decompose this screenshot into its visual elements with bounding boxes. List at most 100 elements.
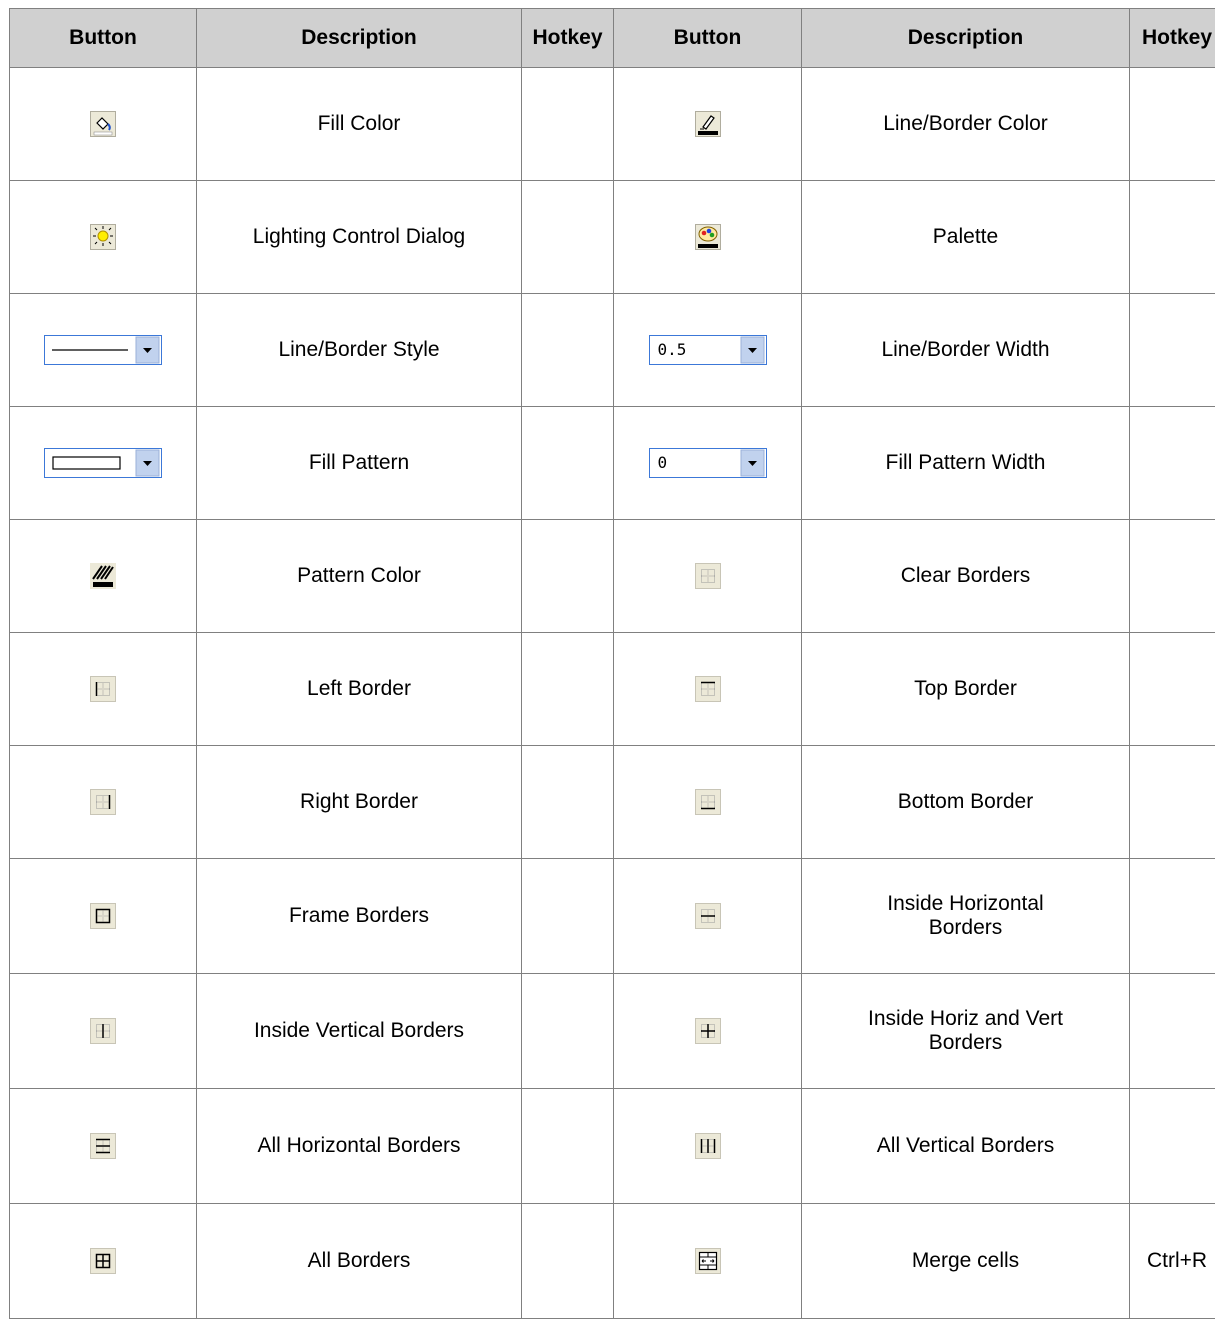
button-cell: 0 xyxy=(614,407,802,520)
description-cell: Left Border xyxy=(197,633,522,746)
button-cell xyxy=(10,633,197,746)
button-cell xyxy=(10,1089,197,1204)
hotkey-cell xyxy=(1130,520,1215,633)
description-cell: Right Border xyxy=(197,746,522,859)
hotkey-cell xyxy=(522,1204,614,1319)
hotkey-cell xyxy=(522,181,614,294)
description-cell: Top Border xyxy=(802,633,1130,746)
button-cell xyxy=(614,1204,802,1319)
description-cell: Clear Borders xyxy=(802,520,1130,633)
table-row: Fill Color Line/Border Color xyxy=(10,68,1215,181)
button-cell xyxy=(614,520,802,633)
hotkey-cell xyxy=(1130,68,1215,181)
header-button-col-2: Button xyxy=(614,9,802,68)
hotkey-cell xyxy=(1130,746,1215,859)
header-hotkey-col-1: Hotkey xyxy=(522,9,614,68)
button-cell xyxy=(614,633,802,746)
description-cell: Inside Horizontal Borders xyxy=(802,859,1130,974)
description-cell: Lighting Control Dialog xyxy=(197,181,522,294)
hotkey-cell xyxy=(1130,1089,1215,1204)
description-line: Inside Horiz and Vert xyxy=(868,1007,1063,1030)
button-cell xyxy=(10,1204,197,1319)
hotkey-cell xyxy=(522,294,614,407)
line-border-color-icon[interactable] xyxy=(695,111,721,137)
line-width-dropdown[interactable]: 0.5 xyxy=(649,335,767,365)
hotkey-cell: Ctrl+R xyxy=(1130,1204,1215,1319)
description-line: Borders xyxy=(929,916,1003,939)
button-cell: 0.5 xyxy=(614,294,802,407)
clear-borders-icon[interactable] xyxy=(695,563,721,589)
inside-horizontal-borders-icon[interactable] xyxy=(695,903,721,929)
left-border-icon[interactable] xyxy=(90,676,116,702)
description-cell: Fill Pattern xyxy=(197,407,522,520)
table-row: Frame Borders Inside Horizontal Bo xyxy=(10,859,1215,974)
line-style-dropdown[interactable] xyxy=(44,335,162,365)
button-cell xyxy=(10,294,197,407)
button-cell xyxy=(614,974,802,1089)
right-border-icon[interactable] xyxy=(90,789,116,815)
all-borders-icon[interactable] xyxy=(90,1248,116,1274)
hotkey-cell xyxy=(1130,294,1215,407)
button-cell xyxy=(614,1089,802,1204)
top-border-icon[interactable] xyxy=(695,676,721,702)
button-cell xyxy=(10,181,197,294)
hotkey-cell xyxy=(1130,974,1215,1089)
merge-cells-icon[interactable] xyxy=(695,1248,721,1274)
description-cell: All Vertical Borders xyxy=(802,1089,1130,1204)
hotkey-cell xyxy=(522,407,614,520)
button-cell xyxy=(614,181,802,294)
button-cell xyxy=(10,746,197,859)
description-cell: Bottom Border xyxy=(802,746,1130,859)
table-row: Line/Border Style 0.5 Line/Border Width xyxy=(10,294,1215,407)
table-row: Lighting Control Dialog Palette xyxy=(10,181,1215,294)
description-cell: Fill Pattern Width xyxy=(802,407,1130,520)
hotkey-cell xyxy=(1130,181,1215,294)
button-cell xyxy=(10,859,197,974)
description-cell: Merge cells xyxy=(802,1204,1130,1319)
description-cell: Inside Vertical Borders xyxy=(197,974,522,1089)
palette-icon[interactable] xyxy=(695,224,721,250)
button-cell xyxy=(614,859,802,974)
hotkey-cell xyxy=(522,859,614,974)
fill-pattern-width-value: 0 xyxy=(658,453,668,472)
table-row: Left Border Top Border xyxy=(10,633,1215,746)
table-row: Right Border Bottom Border xyxy=(10,746,1215,859)
description-cell: Palette xyxy=(802,181,1130,294)
hotkey-cell xyxy=(522,974,614,1089)
fill-pattern-dropdown[interactable] xyxy=(44,448,162,478)
line-width-value: 0.5 xyxy=(658,340,687,359)
button-cell xyxy=(10,520,197,633)
fill-pattern-width-dropdown[interactable]: 0 xyxy=(649,448,767,478)
button-cell xyxy=(10,407,197,520)
header-description-col-1: Description xyxy=(197,9,522,68)
description-cell: Frame Borders xyxy=(197,859,522,974)
description-cell: Fill Color xyxy=(197,68,522,181)
hotkey-cell xyxy=(522,633,614,746)
all-vertical-borders-icon[interactable] xyxy=(695,1133,721,1159)
inside-horiz-vert-borders-icon[interactable] xyxy=(695,1018,721,1044)
header-button-col-1: Button xyxy=(10,9,197,68)
fill-color-icon[interactable] xyxy=(90,111,116,137)
button-cell xyxy=(10,974,197,1089)
inside-vertical-borders-icon[interactable] xyxy=(90,1018,116,1044)
pattern-color-icon[interactable] xyxy=(90,563,116,589)
frame-borders-icon[interactable] xyxy=(90,903,116,929)
table-row: Fill Pattern 0 Fill Pattern Width xyxy=(10,407,1215,520)
toolbar-reference-table: Button Description Hotkey Button Descrip… xyxy=(9,8,1215,1319)
header-row: Button Description Hotkey Button Descrip… xyxy=(10,9,1215,68)
description-cell: Line/Border Style xyxy=(197,294,522,407)
description-cell: All Borders xyxy=(197,1204,522,1319)
description-cell: Inside Horiz and Vert Borders xyxy=(802,974,1130,1089)
hotkey-cell xyxy=(1130,633,1215,746)
table-row: All Horizontal Borders xyxy=(10,1089,1215,1204)
lighting-control-icon[interactable] xyxy=(90,224,116,250)
bottom-border-icon[interactable] xyxy=(695,789,721,815)
all-horizontal-borders-icon[interactable] xyxy=(90,1133,116,1159)
header-description-col-2: Description xyxy=(802,9,1130,68)
description-cell: Line/Border Color xyxy=(802,68,1130,181)
hotkey-cell xyxy=(1130,407,1215,520)
hotkey-cell xyxy=(1130,859,1215,974)
hotkey-cell xyxy=(522,746,614,859)
button-cell xyxy=(10,68,197,181)
table-row: All Borders Merge cells xyxy=(10,1204,1215,1319)
